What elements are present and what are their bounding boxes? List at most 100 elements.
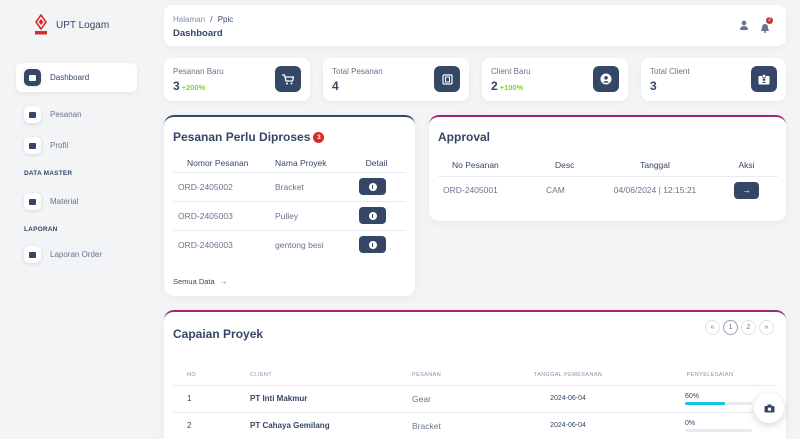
stat-label: Total Client [650, 67, 690, 76]
pagination-page-1[interactable]: 1 [723, 320, 738, 335]
panel-title: Approval [438, 130, 491, 144]
sidebar-item-material[interactable]: Material [16, 187, 137, 216]
stat-label: Pesanan Baru [173, 67, 224, 76]
pagination: « 1 2 » [705, 320, 774, 335]
detail-button[interactable] [359, 236, 386, 254]
app-name: UPT Logam [56, 19, 110, 31]
sidebar-item-laporan-order[interactable]: Laporan Order [16, 240, 137, 269]
shop-icon [24, 69, 41, 86]
cart-icon [275, 66, 301, 92]
pagination-prev[interactable]: « [705, 320, 720, 335]
user-circle-icon [593, 66, 619, 92]
pending-orders-panel: Pesanan Perlu Diproses 3 Nomor Pesanan Na… [164, 115, 415, 296]
table-header-row: NO CLIENT PESANAN TANGGAL PEMESANAN PENY… [173, 365, 777, 385]
sidebar-item-label: Profil [50, 141, 69, 150]
description: CAM [546, 185, 565, 196]
row-number: 1 [187, 394, 192, 403]
sidebar-item-label: Material [50, 197, 79, 206]
stat-value: 2 +100% [491, 79, 523, 93]
table-row: ORD-2405002 Bracket [173, 172, 406, 201]
brand[interactable]: UPT Logam [34, 14, 109, 36]
user-icon [24, 137, 41, 154]
stat-delta: +200% [181, 83, 206, 92]
section-data-master: DATA MASTER [24, 170, 73, 177]
breadcrumb-current: Ppic [217, 15, 234, 24]
row-number: 2 [187, 421, 192, 431]
breadcrumb-root[interactable]: Halaman [173, 15, 205, 24]
detail-button[interactable] [359, 207, 386, 224]
stat-number: 3 [173, 79, 180, 93]
sidebar-item-pesanan[interactable]: Pesanan [16, 100, 137, 129]
info-icon [368, 182, 377, 191]
notification-badge: 2 [766, 17, 773, 24]
page-title: Dashboard [173, 28, 223, 39]
column-header: PENYELESAIAN [686, 371, 734, 378]
achievement-table: NO CLIENT PESANAN TANGGAL PEMESANAN PENY… [173, 365, 777, 439]
progress-fill [685, 401, 726, 405]
order-number: ORD-2405002 [178, 181, 233, 192]
column-header: Nama Proyek [275, 158, 327, 169]
stat-number: 3 [650, 79, 657, 93]
project-name: Pulley [275, 210, 299, 221]
logo-icon [35, 14, 47, 35]
top-navbar: Halaman / Ppic Dashboard 2 [164, 5, 786, 46]
arrow-right-icon: → [219, 277, 228, 286]
pagination-page-2[interactable]: 2 [741, 320, 756, 335]
arrow-right-icon: → [742, 185, 751, 196]
column-header: NO [187, 371, 197, 378]
stat-card-client-baru: Client Baru 2 +100% [482, 58, 628, 101]
column-header: Nomor Pesanan [187, 158, 249, 169]
camera-fab-button[interactable] [754, 393, 784, 423]
credit-card-icon [24, 106, 41, 123]
client-name: PT Inti Makmur [250, 394, 308, 403]
stat-label: Total Pesanan [332, 67, 383, 76]
bell-icon [761, 24, 769, 33]
document-icon [24, 246, 41, 263]
breadcrumb-separator: / [210, 15, 213, 24]
approve-button[interactable]: → [734, 181, 759, 199]
stat-value: 3 [650, 79, 657, 93]
camera-icon [764, 404, 774, 412]
table-row: 1 PT Inti Makmur Gear 2024-06-04 60% [173, 385, 777, 412]
column-header: Desc [555, 160, 575, 171]
column-header: No Pesanan [452, 160, 499, 171]
progress-bar [685, 428, 752, 432]
info-icon [368, 240, 377, 249]
see-all-label: Semua Data [173, 277, 215, 286]
receipt-icon [434, 66, 460, 92]
approval-table: No Pesanan Desc Tanggal Aksi ORD-2405001… [438, 155, 778, 204]
sidebar-item-profil[interactable]: Profil [16, 131, 137, 160]
sidebar-item-label: Laporan Order [50, 250, 103, 259]
column-header: CLIENT [250, 371, 272, 378]
order-name: Gear [412, 393, 431, 404]
stat-number: 4 [332, 79, 339, 93]
sidebar-item-dashboard[interactable]: Dashboard [16, 63, 137, 92]
column-header: TANGGAL PEMESANAN [533, 371, 603, 378]
top-icons: 2 [739, 17, 773, 33]
user-account-icon[interactable] [739, 20, 749, 30]
sidebar-item-label: Dashboard [50, 73, 90, 82]
sidebar: UPT Logam Dashboard Pesanan Profil DATA … [0, 0, 150, 439]
notifications-button[interactable]: 2 [760, 17, 773, 33]
see-all-link[interactable]: Semua Data → [173, 277, 227, 286]
order-name: Bracket [412, 420, 441, 431]
stat-value: 4 [332, 79, 339, 93]
stat-label: Client Baru [491, 67, 531, 76]
stat-delta: +100% [499, 83, 524, 92]
column-header: Detail [365, 158, 388, 169]
table-row: 2 PT Cahaya Gemilang Bracket 2024-06-04 … [173, 412, 777, 439]
table-header-row: Nomor Pesanan Nama Proyek Detail [173, 155, 406, 172]
pending-count-badge: 3 [313, 132, 325, 144]
stat-card-total-pesanan: Total Pesanan 4 [323, 58, 469, 101]
order-date: 2024-06-04 [550, 395, 586, 402]
column-header: Tanggal [640, 160, 670, 171]
table-header-row: No Pesanan Desc Tanggal Aksi [438, 155, 778, 176]
approval-panel: Approval No Pesanan Desc Tanggal Aksi OR… [429, 115, 786, 221]
order-number: ORD-2405003 [178, 210, 233, 221]
id-card-icon [751, 66, 777, 92]
pagination-next[interactable]: » [759, 320, 774, 335]
stat-card-total-client: Total Client 3 [641, 58, 786, 101]
info-icon [368, 211, 377, 220]
detail-button[interactable] [359, 178, 386, 195]
project-achievement-panel: Capaian Proyek « 1 2 » NO CLIENT PESANAN… [164, 310, 786, 439]
